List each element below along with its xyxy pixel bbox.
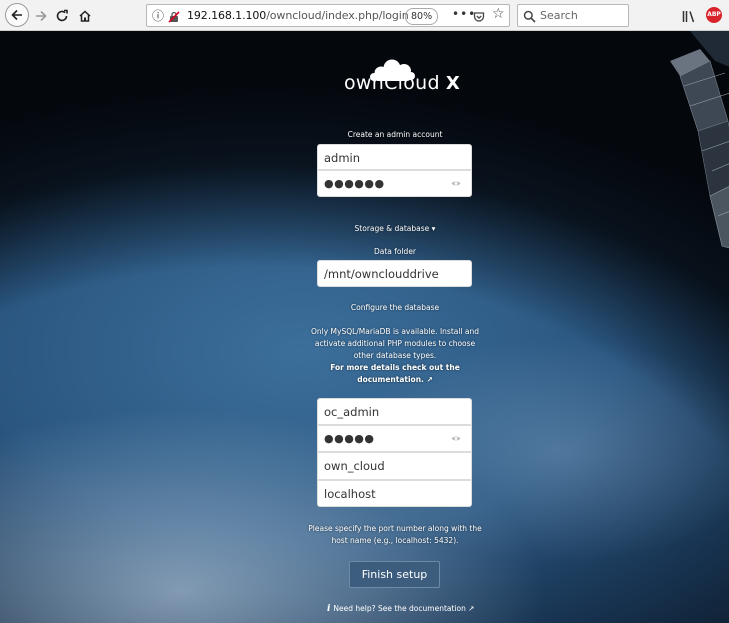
data-folder-label: Data folder bbox=[373, 247, 417, 256]
info-i-icon: i bbox=[327, 604, 331, 614]
satellite-image bbox=[670, 31, 729, 249]
admin-password-value: ●●●●●● bbox=[324, 177, 385, 190]
storage-database-toggle[interactable]: Storage & database ▾ bbox=[300, 224, 490, 233]
db-user-field[interactable]: oc_admin bbox=[317, 398, 472, 425]
data-folder-value: /mnt/ownclouddrive bbox=[324, 267, 439, 281]
bookmark-star-icon[interactable]: ☆ bbox=[492, 6, 505, 22]
documentation-link[interactable]: For more details check out the documenta… bbox=[305, 362, 485, 386]
help-link-text[interactable]: Need help? See the documentation ↗ bbox=[333, 604, 474, 613]
help-link[interactable]: i Need help? See the documentation ↗ bbox=[327, 604, 475, 614]
adblock-plus-icon[interactable]: ABP bbox=[706, 7, 722, 23]
admin-heading: Create an admin account bbox=[347, 130, 443, 139]
db-name-value: own_cloud bbox=[324, 459, 385, 473]
db-name-field[interactable]: own_cloud bbox=[317, 452, 472, 480]
admin-password-field[interactable]: ●●●●●● bbox=[317, 170, 472, 197]
logo-wordmark: ownCloud X bbox=[344, 72, 460, 94]
db-user-value: oc_admin bbox=[324, 405, 380, 419]
library-icon[interactable] bbox=[682, 8, 696, 27]
show-password-eye-icon[interactable] bbox=[451, 180, 461, 187]
show-db-password-eye-icon[interactable] bbox=[451, 435, 461, 442]
db-host-field[interactable]: localhost bbox=[317, 480, 472, 507]
search-icon bbox=[523, 8, 536, 27]
db-password-field[interactable]: ●●●●● bbox=[317, 425, 472, 452]
database-info-text: Only MySQL/MariaDB is available. Install… bbox=[310, 327, 480, 360]
insecure-lock-icon[interactable] bbox=[168, 8, 180, 27]
browser-toolbar: ⓘ 192.168.1.100/owncloud/index.php/login… bbox=[0, 0, 729, 31]
finish-setup-button[interactable]: Finish setup bbox=[349, 561, 440, 588]
search-input[interactable] bbox=[540, 7, 624, 23]
logo-text: ownCloud bbox=[344, 72, 440, 94]
back-button[interactable] bbox=[5, 3, 29, 27]
pocket-icon[interactable] bbox=[473, 8, 485, 27]
home-icon bbox=[79, 10, 91, 22]
url-host: 192.168.1.100 bbox=[187, 9, 267, 22]
db-host-value: localhost bbox=[324, 487, 376, 501]
logo-x: X bbox=[445, 73, 461, 94]
admin-username-value: admin bbox=[324, 151, 361, 165]
forward-button[interactable] bbox=[30, 5, 52, 27]
reload-icon bbox=[56, 9, 68, 22]
address-bar[interactable]: ⓘ 192.168.1.100/owncloud/index.php/login… bbox=[146, 4, 510, 27]
url-text[interactable]: 192.168.1.100/owncloud/index.php/login bbox=[187, 9, 409, 22]
admin-username-field[interactable]: admin bbox=[317, 144, 472, 170]
url-path: /owncloud/index.php/login bbox=[266, 9, 409, 22]
data-folder-field[interactable]: /mnt/ownclouddrive bbox=[317, 260, 472, 287]
db-password-value: ●●●●● bbox=[324, 432, 375, 445]
arrow-right-icon bbox=[36, 10, 47, 22]
configure-database-heading: Configure the database bbox=[350, 303, 440, 312]
home-button[interactable] bbox=[74, 5, 96, 27]
arrow-left-icon bbox=[11, 9, 22, 21]
reload-button[interactable] bbox=[51, 5, 73, 27]
port-hint-text: Please specify the port number along wit… bbox=[308, 524, 482, 545]
info-icon[interactable]: ⓘ bbox=[152, 7, 164, 24]
zoom-badge[interactable]: 80% bbox=[405, 8, 439, 25]
search-bar[interactable] bbox=[517, 4, 629, 27]
